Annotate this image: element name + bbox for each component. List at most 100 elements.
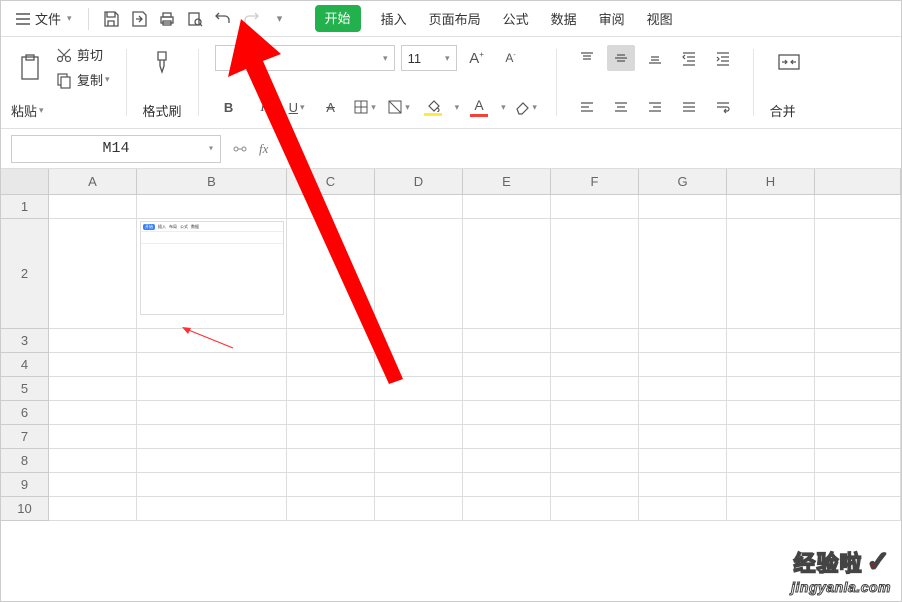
cell[interactable] [463,329,551,352]
align-right-button[interactable] [641,94,669,120]
cell[interactable] [815,425,901,448]
cell[interactable] [639,329,727,352]
cell[interactable] [551,449,639,472]
cell[interactable] [287,449,375,472]
cell-H1[interactable] [727,195,815,218]
col-header-C[interactable]: C [287,169,375,194]
decrease-indent-button[interactable] [675,45,703,71]
cell[interactable] [49,497,137,520]
cell[interactable] [49,401,137,424]
cell[interactable] [463,449,551,472]
row-header-10[interactable]: 10 [1,497,48,521]
wrap-text-button[interactable] [709,94,737,120]
cell[interactable] [815,473,901,496]
cell-C1[interactable] [287,195,375,218]
cell[interactable] [815,497,901,520]
cell-B2[interactable]: 开始插入布局公式数据 [137,219,287,328]
cell[interactable] [551,401,639,424]
font-color-button[interactable]: A [465,94,493,120]
cell[interactable] [815,401,901,424]
print-button[interactable] [155,7,179,31]
cell[interactable] [375,449,463,472]
cell[interactable] [551,329,639,352]
copy-button[interactable]: 复制 ▾ [55,70,110,89]
cell[interactable] [137,377,287,400]
bold-button[interactable]: B [215,94,243,120]
cell[interactable] [375,425,463,448]
col-header-H[interactable]: H [727,169,815,194]
cell-F2[interactable] [551,219,639,328]
row-header-3[interactable]: 3 [1,329,48,353]
cell-G1[interactable] [639,195,727,218]
cell-G2[interactable] [639,219,727,328]
cell[interactable] [727,401,815,424]
cell[interactable] [375,353,463,376]
cell[interactable] [551,377,639,400]
cell-style-button[interactable]: ▾ [385,94,413,120]
cell-E2[interactable] [463,219,551,328]
row-header-1[interactable]: 1 [1,195,48,219]
qat-customize[interactable]: ▾ [267,7,291,31]
cell[interactable] [815,449,901,472]
cell[interactable] [639,377,727,400]
cell[interactable] [287,377,375,400]
row-header-4[interactable]: 4 [1,353,48,377]
print-preview-button[interactable] [183,7,207,31]
cell[interactable] [287,473,375,496]
align-top-button[interactable] [573,45,601,71]
save-button[interactable] [99,7,123,31]
col-header-rest[interactable] [815,169,901,194]
cut-button[interactable]: 剪切 [55,45,110,64]
paste-button[interactable] [11,49,49,85]
redo-button[interactable] [239,7,263,31]
chevron-down-icon[interactable]: ▾ [455,102,460,113]
row-header-7[interactable]: 7 [1,425,48,449]
tab-page-layout[interactable]: 页面布局 [427,5,483,32]
fill-color-button[interactable] [419,94,447,120]
increase-font-button[interactable]: A+ [463,45,491,71]
name-box[interactable]: M14 ▾ [11,135,221,163]
strikethrough-button[interactable]: A [317,94,345,120]
cell[interactable] [137,401,287,424]
row-header-6[interactable]: 6 [1,401,48,425]
cell[interactable] [49,329,137,352]
cell[interactable] [49,473,137,496]
cell[interactable] [287,401,375,424]
tab-insert[interactable]: 插入 [379,5,409,32]
format-painter-button[interactable] [143,45,182,81]
align-center-button[interactable] [607,94,635,120]
align-bottom-button[interactable] [641,45,669,71]
cell[interactable] [551,473,639,496]
cell-A2[interactable] [49,219,137,328]
chevron-down-icon[interactable]: ▾ [501,102,506,113]
cell-D1[interactable] [375,195,463,218]
fx-label[interactable]: fx [259,141,268,157]
cell[interactable] [137,353,287,376]
cell-D2[interactable] [375,219,463,328]
cell[interactable] [639,425,727,448]
cell[interactable] [727,449,815,472]
cell[interactable] [815,377,901,400]
undo-button[interactable] [211,7,235,31]
cell[interactable] [727,329,815,352]
cell-rest[interactable] [815,219,901,328]
cell[interactable] [49,377,137,400]
cell[interactable] [639,353,727,376]
cell[interactable] [287,497,375,520]
col-header-F[interactable]: F [551,169,639,194]
cell-F1[interactable] [551,195,639,218]
cell[interactable] [727,497,815,520]
col-header-B[interactable]: B [137,169,287,194]
cell[interactable] [727,353,815,376]
cell-H2[interactable] [727,219,815,328]
cell[interactable] [463,377,551,400]
row-header-8[interactable]: 8 [1,449,48,473]
align-middle-button[interactable] [607,45,635,71]
cell[interactable] [551,497,639,520]
cell[interactable] [463,425,551,448]
cell[interactable] [137,473,287,496]
cell[interactable] [639,449,727,472]
col-header-A[interactable]: A [49,169,137,194]
cell[interactable] [727,377,815,400]
cell[interactable] [639,473,727,496]
